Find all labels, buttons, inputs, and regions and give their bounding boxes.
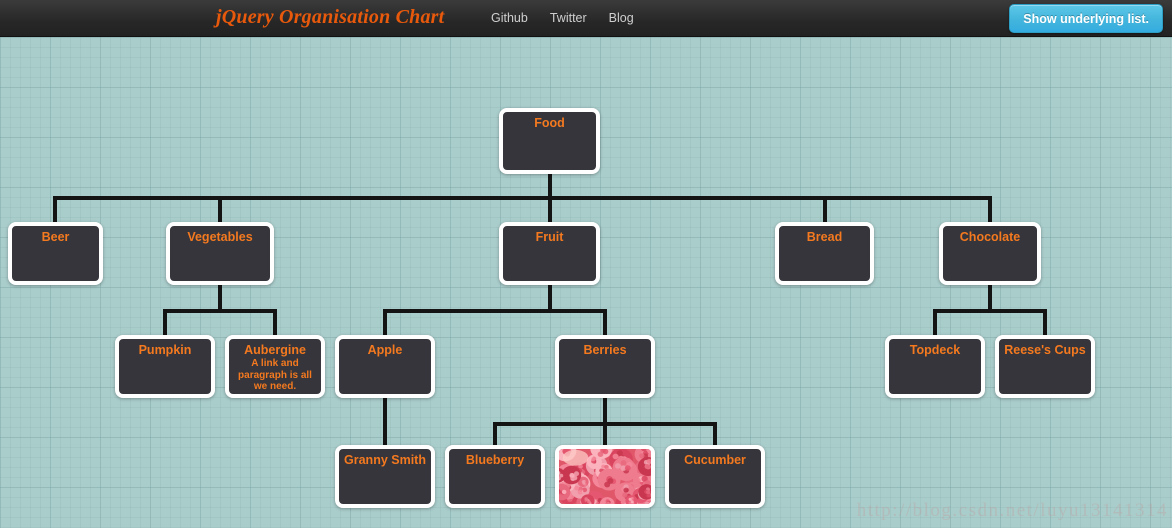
org-node-pumpkin[interactable]: Pumpkin	[115, 335, 215, 398]
connector-line	[218, 285, 222, 311]
org-node-reeses[interactable]: Reese's Cups	[995, 335, 1095, 398]
connector-line	[548, 285, 552, 311]
nav-link-twitter[interactable]: Twitter	[550, 11, 587, 25]
org-node-beer[interactable]: Beer	[8, 222, 103, 285]
org-node-chocolate[interactable]: Chocolate	[939, 222, 1041, 285]
nav-link-github[interactable]: Github	[491, 11, 528, 25]
org-node-description: A link and paragraph is all we need.	[238, 358, 312, 392]
connector-line	[988, 196, 992, 224]
show-underlying-list-button[interactable]: Show underlying list.	[1009, 4, 1163, 33]
connector-line	[603, 309, 607, 337]
org-node-title: Topdeck	[909, 343, 961, 357]
org-node-grannysmith[interactable]: Granny Smith	[335, 445, 435, 508]
connector-line	[603, 398, 607, 424]
connector-line	[53, 196, 991, 200]
org-node-title: Pumpkin	[138, 343, 192, 357]
org-node-bread[interactable]: Bread	[775, 222, 874, 285]
connector-line	[383, 309, 387, 337]
connector-line	[163, 309, 167, 337]
connector-line	[163, 309, 277, 313]
org-node-title: Chocolate	[959, 230, 1021, 244]
org-node-food[interactable]: Food	[499, 108, 600, 174]
nav-link-blog[interactable]: Blog	[609, 11, 634, 25]
org-node-fruit[interactable]: Fruit	[499, 222, 600, 285]
org-node-title: Cucumber	[684, 453, 746, 467]
org-node-vegetables[interactable]: Vegetables	[166, 222, 274, 285]
org-node-apple[interactable]: Apple	[335, 335, 435, 398]
org-node-topdeck[interactable]: Topdeck	[885, 335, 985, 398]
connector-line	[933, 309, 937, 337]
navigation-links: Github Twitter Blog	[491, 11, 634, 25]
org-node-blueberry[interactable]: Blueberry	[445, 445, 545, 508]
page-title: jQuery Organisation Chart	[216, 6, 445, 28]
org-node-aubergine[interactable]: Aubergine A link and paragraph is all we …	[225, 335, 325, 398]
org-node-title: Apple	[367, 343, 403, 357]
connector-line	[53, 196, 57, 224]
org-node-title: Granny Smith	[344, 453, 426, 467]
connector-line	[383, 309, 605, 313]
top-navbar: jQuery Organisation Chart Github Twitter…	[0, 0, 1172, 37]
org-chart-canvas: Food Beer Vegetables Fruit Bread Chocolate Pum…	[0, 37, 1172, 528]
connector-line	[1043, 309, 1047, 337]
connector-line	[273, 309, 277, 337]
org-node-raspberry[interactable]	[555, 445, 655, 508]
watermark-text: http://blog.csdn.net/luyu13141314	[856, 500, 1168, 521]
org-node-berries[interactable]: Berries	[555, 335, 655, 398]
connector-line	[218, 196, 222, 224]
connector-line	[933, 309, 1047, 313]
org-node-title: Reese's Cups	[1004, 343, 1086, 357]
org-node-title: Food	[534, 116, 565, 130]
connector-line	[823, 196, 827, 224]
raspberry-photo	[559, 449, 651, 504]
org-node-title: Fruit	[535, 230, 564, 244]
org-node-title: Aubergine	[244, 343, 306, 357]
connector-line	[548, 196, 552, 224]
org-node-title: Beer	[41, 230, 70, 244]
org-node-title: Bread	[806, 230, 843, 244]
org-node-title: Vegetables	[187, 230, 253, 244]
org-node-cucumber[interactable]: Cucumber	[665, 445, 765, 508]
connector-line	[988, 285, 992, 311]
org-node-title: Blueberry	[465, 453, 525, 467]
connector-line	[383, 398, 387, 447]
org-node-title: Berries	[583, 343, 627, 357]
